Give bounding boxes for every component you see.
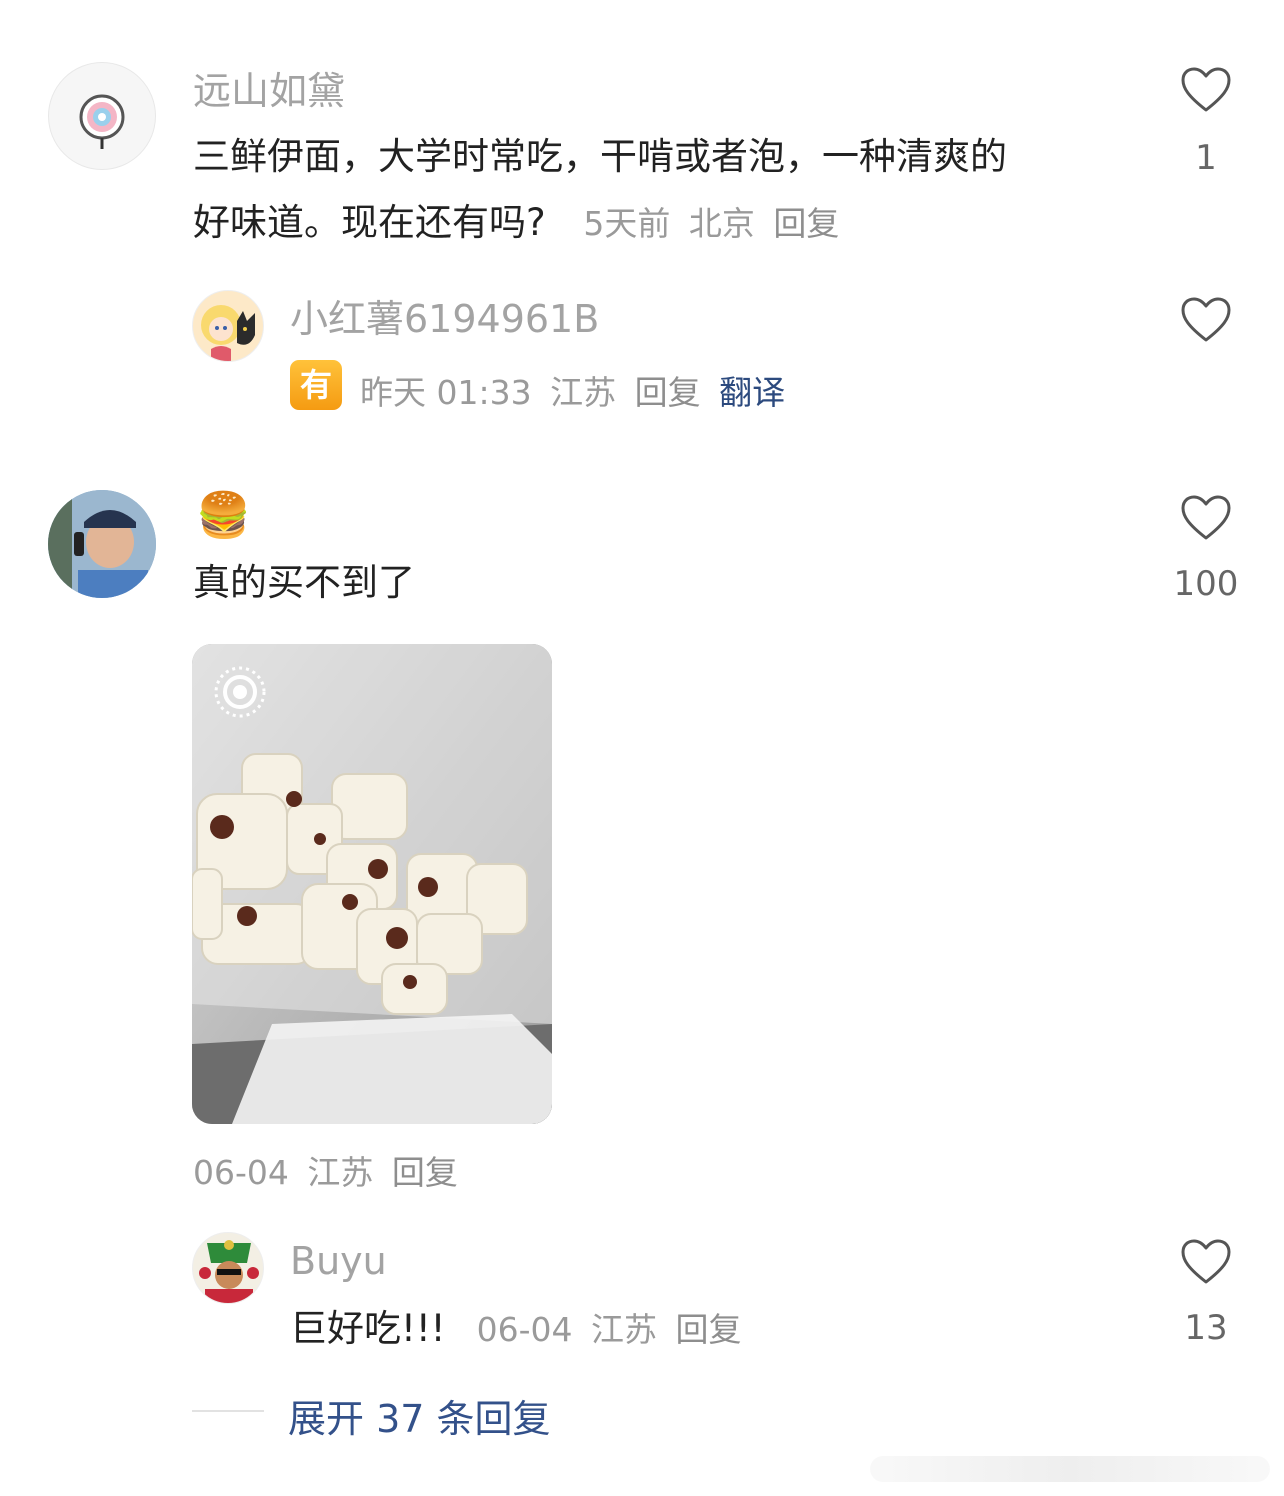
expand-replies[interactable]: 展开 37 条回复 [192, 1386, 692, 1441]
like-button[interactable] [1146, 296, 1266, 356]
expand-replies-label[interactable]: 展开 37 条回复 [288, 1388, 551, 1443]
reply-meta: 昨天 01:33 江苏 回复 翻译 [360, 366, 785, 414]
reply-meta: 06-04 江苏 回复 [477, 1310, 742, 1349]
comment-text-line: 好味道。现在还有吗? 5天前 北京 回复 [193, 201, 840, 244]
reply-text: 巨好吃!!! [290, 1307, 446, 1350]
reply-text-row: 巨好吃!!! 06-04 江苏 回复 [290, 1296, 741, 1362]
reply-button[interactable]: 回复 [675, 1310, 741, 1349]
like-button[interactable]: 13 [1146, 1238, 1266, 1358]
comment-text: 真的买不到了 [193, 561, 415, 604]
reply-username[interactable]: Buyu [290, 1242, 387, 1280]
like-count: 13 [1184, 1308, 1228, 1348]
comment-date: 06-04 [193, 1153, 289, 1192]
man-photo-avatar-icon [48, 490, 156, 598]
reply-location: 江苏 [590, 1310, 657, 1349]
comment-item: 🍔 真的买不到了 06-04 江苏 回复 100 [0, 480, 1284, 1200]
reply-button[interactable]: 回复 [392, 1153, 458, 1192]
comment-meta: 06-04 江苏 回复 [193, 1146, 458, 1194]
lollipop-avatar-icon [79, 94, 125, 149]
avatar[interactable] [192, 290, 264, 362]
avatar[interactable] [48, 62, 156, 170]
heart-icon [1181, 297, 1231, 342]
avatar[interactable] [192, 1232, 264, 1304]
avatar[interactable] [48, 490, 156, 598]
comment-image[interactable] [192, 644, 552, 1124]
heart-icon [1181, 495, 1231, 540]
reply-button[interactable]: 回复 [635, 373, 701, 412]
like-button[interactable]: 100 [1146, 494, 1266, 614]
like-button[interactable]: 1 [1146, 66, 1266, 186]
comment-text: 三鲜伊面，大学时常吃，干啃或者泡，一种清爽的 好味道。现在还有吗? 5天前 北京… [193, 124, 1133, 257]
comment-username[interactable]: 远山如黛 [193, 72, 345, 110]
comment-location: 江苏 [307, 1153, 374, 1192]
divider-line [192, 1410, 264, 1412]
heart-icon [1181, 1239, 1231, 1284]
comment-text-line: 三鲜伊面，大学时常吃，干啃或者泡，一种清爽的 [193, 135, 1007, 178]
reply-button[interactable]: 回复 [773, 204, 839, 243]
reply-date: 06-04 [476, 1310, 573, 1349]
comment-location: 北京 [688, 204, 755, 243]
reply-time: 昨天 01:33 [360, 373, 532, 412]
comment-item: 远山如黛 三鲜伊面，大学时常吃，干啃或者泡，一种清爽的 好味道。现在还有吗? 5… [0, 0, 1284, 260]
hamburger-icon[interactable]: 🍔 [196, 488, 251, 544]
reply-location: 江苏 [550, 373, 617, 412]
candy-photo [192, 644, 552, 1124]
costume-avatar-icon [199, 1240, 259, 1303]
like-count: 100 [1173, 564, 1239, 604]
heart-icon [1181, 67, 1231, 112]
watermark [870, 1456, 1270, 1482]
reply-item: 小红薯6194961B 有 昨天 01:33 江苏 回复 翻译 [0, 280, 1284, 430]
comment-meta: 5天前 北京 回复 [583, 204, 839, 243]
anime-avatar-icon [201, 305, 255, 361]
reply-username[interactable]: 小红薯6194961B [290, 300, 599, 338]
like-count: 1 [1195, 138, 1217, 178]
emoji-badge: 有 [290, 360, 342, 410]
translate-button[interactable]: 翻译 [719, 373, 785, 412]
comment-time: 5天前 [583, 204, 671, 243]
reply-item: Buyu 巨好吃!!! 06-04 江苏 回复 13 [0, 1222, 1284, 1362]
